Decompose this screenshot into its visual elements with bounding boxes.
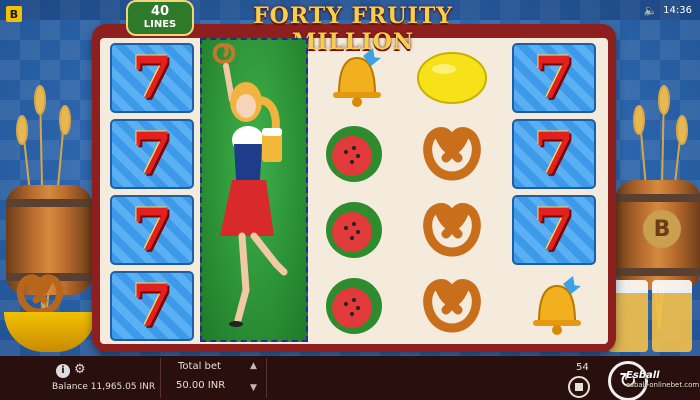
status-bar: 🔈 14:36 [643,4,692,17]
lines-badge: 40 LINES [126,0,194,36]
total-bet-value: 50.00 INR [176,380,226,391]
symbol-seven: 7 [506,116,602,191]
symbol-pretzel [404,116,500,191]
symbol-seven: 7 [104,116,200,191]
symbol-lemon [404,40,500,115]
symbol-seven: 7 [104,40,200,115]
control-bar [0,356,700,400]
clock: 14:36 [663,5,692,16]
symbol-seven: 7 [104,192,200,267]
balance-value: 11,965.05 INR [90,382,156,392]
reel-2-wild [200,38,308,342]
reel-5: 7 7 7 [506,40,602,340]
beer-glass-icon [652,280,692,352]
bell-icon [533,275,581,335]
info-icon[interactable]: i [56,364,70,378]
reel-1: 7 7 7 7 [104,40,200,343]
total-bet-label: Total bet [178,361,221,372]
symbol-watermelon [306,268,402,343]
pretzel-icon [423,126,481,180]
lines-label: LINES [143,19,177,30]
symbol-seven: 7 [104,268,200,343]
pretzel-icon [423,202,481,256]
game-title: FORTY FRUITY MILLION [253,3,453,55]
symbol-watermelon [306,192,402,267]
autoplay-button[interactable] [568,376,590,398]
balance-display: Balance 11,965.05 INR [52,382,155,392]
watermelon-icon [326,125,382,182]
symbol-pretzel [404,268,500,343]
barrel-right: B [615,180,700,290]
pretzel-icon [423,278,481,332]
watermark: Esball esball-onlinebet.com [626,370,699,389]
autoplay-count: 54 [576,362,589,373]
divider [266,358,267,398]
symbol-seven: 7 [506,40,602,115]
stop-icon [575,383,583,391]
gear-icon[interactable]: ⚙ [74,362,86,377]
provider-logo: B [6,6,22,22]
watermark-brand: Esball [626,370,660,381]
watermark-url: esball-onlinebet.com [626,381,700,389]
barrel-emblem: B [643,210,681,248]
speaker-icon[interactable]: 🔈 [643,4,657,17]
symbol-bell [306,40,402,115]
symbol-watermelon [306,116,402,191]
reel-3 [306,40,402,340]
lines-count: 40 [150,4,170,19]
lemon-icon [417,51,487,104]
watermelon-icon [326,277,382,334]
symbol-pretzel [404,192,500,267]
bet-decrease-button[interactable]: ▼ [250,383,257,393]
symbol-seven: 7 [506,192,602,267]
watermelon-icon [326,201,382,258]
divider [160,358,161,398]
bell-icon [333,47,381,107]
balance-label: Balance [52,382,88,392]
wild-girl-icon [212,42,288,327]
bet-increase-button[interactable]: ▲ [250,361,257,371]
reel-4 [404,40,500,340]
symbol-bell [506,268,602,343]
